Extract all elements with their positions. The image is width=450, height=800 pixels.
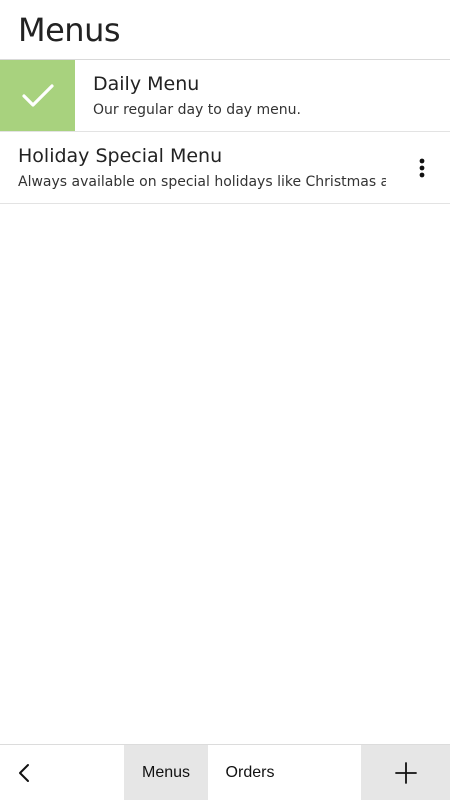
back-button[interactable]	[0, 745, 124, 800]
menu-list: Daily Menu Our regular day to day menu. …	[0, 60, 450, 204]
header: Menus	[0, 0, 450, 60]
chevron-left-icon	[19, 763, 29, 782]
menu-item-holiday-special[interactable]: Holiday Special Menu Always available on…	[0, 132, 450, 204]
menu-item-description: Our regular day to day menu.	[93, 101, 301, 118]
menu-item-daily[interactable]: Daily Menu Our regular day to day menu.	[0, 60, 450, 132]
more-vertical-icon	[419, 158, 425, 177]
menu-item-description: Always available on special holidays lik…	[18, 173, 386, 190]
tab-menus[interactable]: Menus	[124, 745, 208, 800]
selected-indicator[interactable]	[0, 60, 75, 131]
menu-item-text: Holiday Special Menu Always available on…	[0, 143, 394, 193]
menu-item-text: Daily Menu Our regular day to day menu.	[75, 71, 450, 121]
bottom-bar: Menus Orders	[0, 744, 450, 800]
more-options-button[interactable]	[394, 132, 450, 203]
tab-menus-label: Menus	[141, 763, 191, 781]
page-title: Menus	[18, 10, 121, 49]
add-menu-button[interactable]	[361, 745, 450, 800]
bottom-bar-spacer	[292, 745, 361, 800]
menu-item-title: Holiday Special Menu	[18, 144, 223, 167]
plus-icon	[394, 761, 417, 784]
menu-item-title: Daily Menu	[93, 72, 200, 95]
tab-orders[interactable]: Orders	[208, 745, 292, 800]
check-icon	[21, 83, 54, 107]
tab-orders-label: Orders	[225, 763, 275, 781]
